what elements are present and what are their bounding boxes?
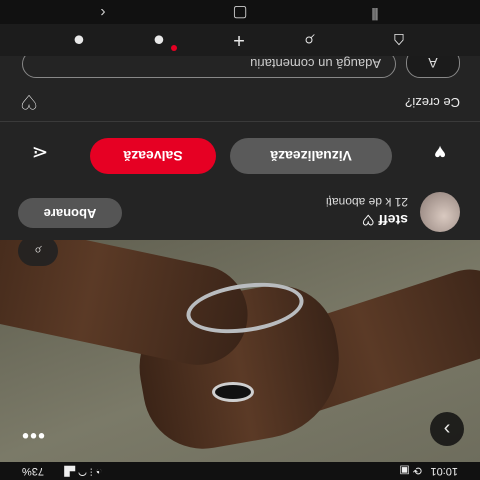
sync-icon: ⟳ xyxy=(412,464,422,476)
app-screen: 10:01 ⟳ ▣ ◔ ⫶ ◠ ▟ 73% › ••• ⌕ steff ♡ 21… xyxy=(0,0,480,480)
creator-name[interactable]: steff ♡ xyxy=(362,211,408,228)
follow-button[interactable]: Abonare xyxy=(18,198,122,228)
system-nav-bar: ⦀ ▢ ‹ xyxy=(0,0,480,24)
status-battery: 73% xyxy=(22,465,45,477)
comments-prompt: Ce crezi? xyxy=(405,95,460,110)
add-icon[interactable]: + xyxy=(224,28,254,52)
vibrate-icon: ⫶ xyxy=(89,465,93,477)
profile-icon[interactable]: ● xyxy=(64,28,94,52)
more-options-button[interactable]: ••• xyxy=(16,418,50,446)
ring xyxy=(212,382,254,402)
bottom-tab-bar: ⌂ ⌕ + ● ● xyxy=(0,24,480,56)
wifi-icon: ◠ xyxy=(78,465,87,477)
action-row: ♥ Vizualizează Salvează ⋖ xyxy=(0,121,480,184)
home-icon[interactable]: ⌂ xyxy=(384,28,414,52)
visual-search-button[interactable]: ⌕ xyxy=(18,240,58,266)
save-button[interactable]: Salvează xyxy=(90,138,216,174)
status-left-icons: ⟳ ▣ xyxy=(399,464,422,477)
heart-react-icon[interactable]: ♥ xyxy=(428,140,452,164)
avatar[interactable] xyxy=(420,192,460,232)
creator-row: steff ♡ 21 k de abonați Abonare xyxy=(0,184,480,240)
search-icon[interactable]: ⌕ xyxy=(294,28,324,52)
notification-dot xyxy=(171,45,177,51)
alarm-icon: ◔ xyxy=(95,465,103,477)
photo-icon: ▣ xyxy=(399,464,410,476)
view-button[interactable]: Vizualizează xyxy=(230,138,392,174)
signal-icon: ▟ xyxy=(64,465,75,477)
next-button[interactable]: › xyxy=(430,412,464,446)
back-icon[interactable]: ‹ xyxy=(88,2,118,22)
messages-icon[interactable]: ● xyxy=(144,28,177,52)
status-right-icons: ◔ ⫶ ◠ ▟ xyxy=(64,464,102,477)
heart-outline-icon[interactable]: ♡ xyxy=(20,89,38,114)
home-nav-icon[interactable]: ▢ xyxy=(225,2,255,22)
subscriber-count: 21 k de abonați xyxy=(325,195,408,209)
status-time: 10:01 xyxy=(430,465,458,477)
chevron-right-icon: › xyxy=(443,418,451,440)
share-icon[interactable]: ⋖ xyxy=(28,140,52,164)
status-bar: 10:01 ⟳ ▣ ◔ ⫶ ◠ ▟ 73% xyxy=(0,462,480,480)
pin-image[interactable]: › ••• ⌕ xyxy=(0,240,480,462)
recents-icon[interactable]: ⦀ xyxy=(360,2,390,22)
lens-icon: ⌕ xyxy=(34,243,42,259)
